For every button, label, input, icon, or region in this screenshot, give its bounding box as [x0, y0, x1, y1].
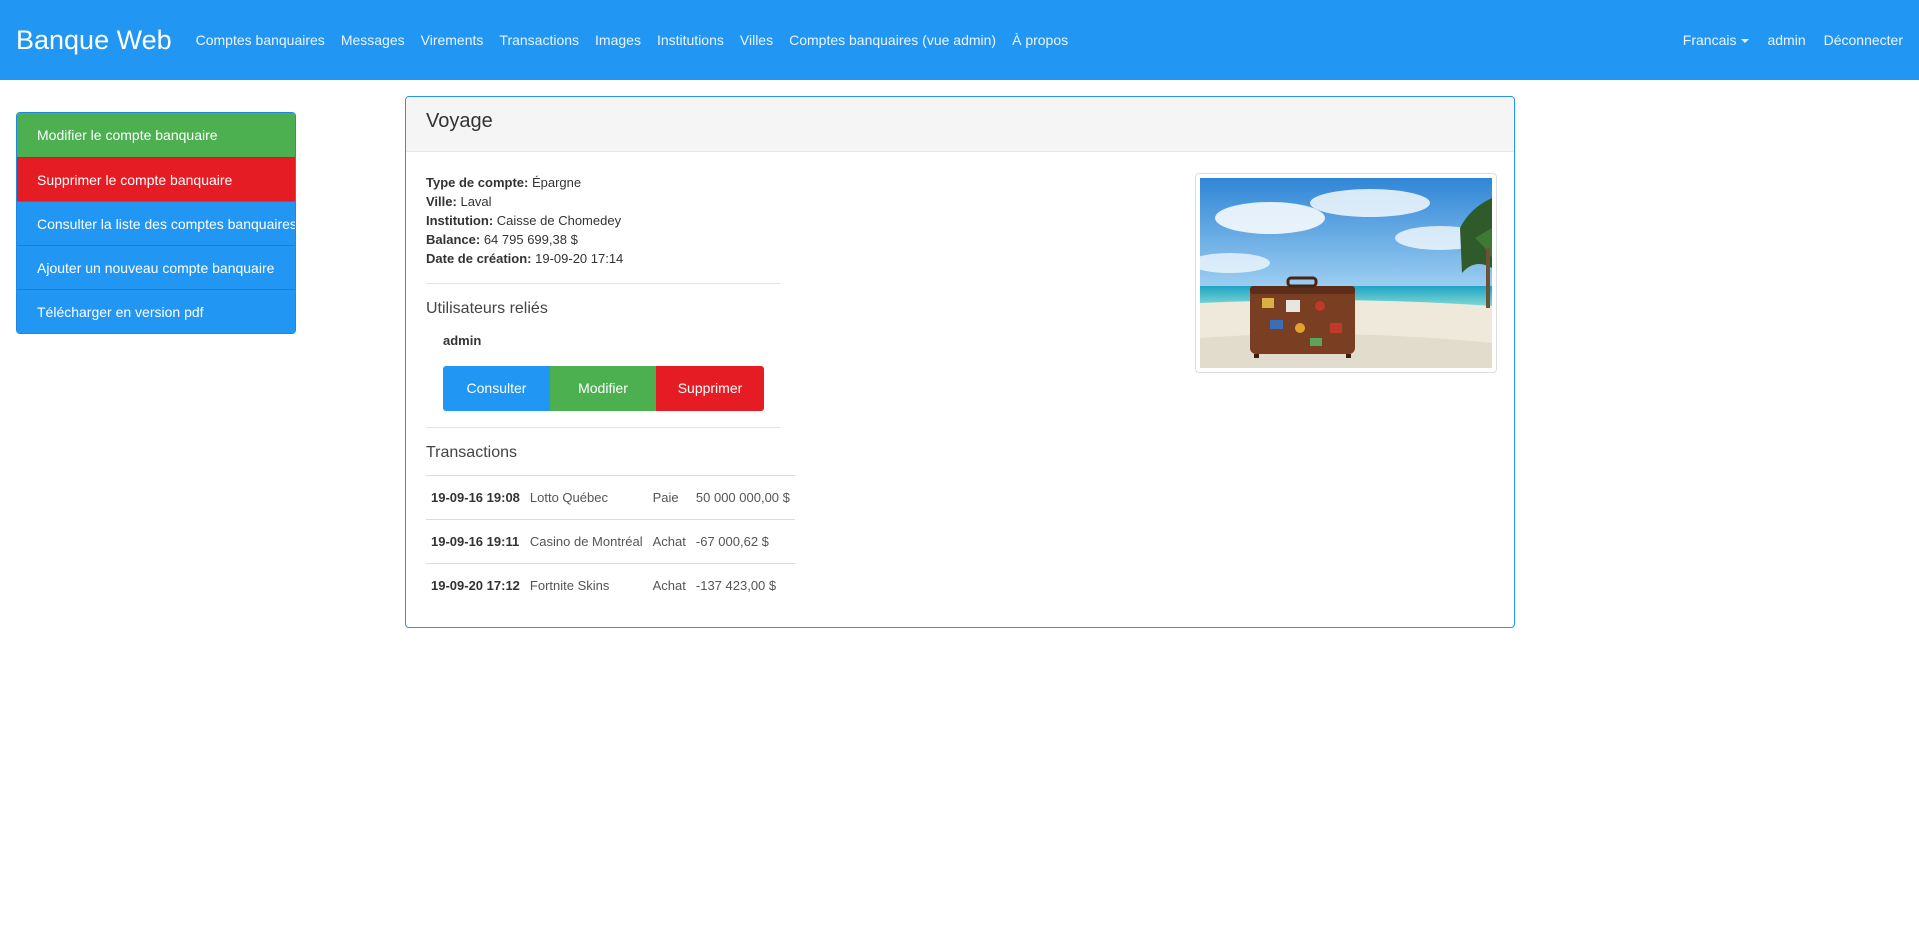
- tx-type: Achat: [652, 534, 686, 549]
- linked-user-name: admin: [443, 333, 482, 348]
- tx-date: 19-09-16 19:11: [431, 534, 520, 549]
- account-info: Type de compte: Épargne Ville: Laval Ins…: [426, 173, 623, 268]
- nav-link-images[interactable]: Images: [595, 32, 641, 48]
- tx-type: Achat: [652, 578, 686, 594]
- info-row-type: Type de compte: Épargne: [426, 173, 623, 192]
- tx-party: Lotto Québec: [529, 490, 608, 505]
- table-row: 19-09-16 19:11 Casino de Montréal Achat …: [426, 519, 795, 564]
- delete-account-button[interactable]: Supprimer le compte banquaire: [17, 157, 295, 201]
- account-image: [1195, 173, 1497, 373]
- info-row-balance: Balance: 64 795 699,38 $: [426, 230, 623, 249]
- nav-user[interactable]: admin: [1767, 32, 1805, 48]
- main-nav: Comptes banquaires Messages Virements Tr…: [196, 32, 1085, 48]
- language-dropdown[interactable]: Francais: [1683, 32, 1750, 48]
- account-panel: Voyage Type de compte: Épargne Ville: La…: [405, 96, 1515, 628]
- account-title: Voyage: [406, 97, 1514, 152]
- tx-date: 19-09-20 17:12: [431, 578, 520, 594]
- edit-user-button[interactable]: Modifier: [550, 366, 656, 411]
- nav-right: Francais admin Déconnecter: [1665, 32, 1903, 48]
- info-row-institution: Institution: Caisse de Chomedey: [426, 211, 623, 230]
- divider: [426, 427, 780, 428]
- nav-link-villes[interactable]: Villes: [740, 32, 773, 48]
- suitcase-beach-photo-icon: [1200, 178, 1492, 368]
- transactions-heading: Transactions: [426, 444, 517, 461]
- nav-link-institutions[interactable]: Institutions: [657, 32, 724, 48]
- info-label: Type de compte:: [426, 175, 529, 190]
- add-account-button[interactable]: Ajouter un nouveau compte banquaire: [17, 245, 295, 289]
- view-user-button[interactable]: Consulter: [443, 366, 550, 411]
- nav-link-a-propos[interactable]: À propos: [1012, 32, 1068, 48]
- sidebar-actions: Modifier le compte banquaire Supprimer l…: [16, 112, 296, 334]
- caret-down-icon: [1741, 39, 1750, 44]
- info-value: Caisse de Chomedey: [496, 213, 622, 228]
- info-label: Institution:: [426, 213, 494, 228]
- nav-link-comptes[interactable]: Comptes banquaires: [196, 32, 325, 48]
- logout-link[interactable]: Déconnecter: [1824, 32, 1903, 48]
- tx-amount: 50 000 000,00 $: [695, 490, 790, 505]
- nav-link-transactions[interactable]: Transactions: [499, 32, 579, 48]
- delete-user-button[interactable]: Supprimer: [656, 366, 764, 411]
- nav-link-virements[interactable]: Virements: [421, 32, 484, 48]
- tx-amount: -67 000,62 $: [695, 534, 769, 549]
- transactions-table: 19-09-16 19:08 Lotto Québec Paie 50 000 …: [426, 475, 795, 608]
- info-value: Épargne: [531, 175, 582, 190]
- tx-amount: -137 423,00 $: [695, 578, 777, 594]
- info-row-city: Ville: Laval: [426, 192, 623, 211]
- nav-link-comptes-admin[interactable]: Comptes banquaires (vue admin): [789, 32, 996, 48]
- tx-type: Paie: [652, 490, 679, 505]
- info-label: Ville:: [426, 194, 457, 209]
- tx-party: Fortnite Skins: [529, 578, 610, 594]
- users-heading: Utilisateurs reliés: [426, 300, 548, 317]
- info-value: 19-09-20 17:14: [535, 251, 624, 266]
- info-label: Balance:: [426, 232, 481, 247]
- top-navbar: Banque Web Comptes banquaires Messages V…: [0, 0, 1919, 80]
- divider: [426, 283, 780, 284]
- info-row-created: Date de création: 19-09-20 17:14: [426, 249, 623, 268]
- edit-account-button[interactable]: Modifier le compte banquaire: [17, 113, 295, 157]
- info-value: Laval: [460, 194, 492, 209]
- info-label: Date de création:: [426, 251, 532, 266]
- list-accounts-button[interactable]: Consulter la liste des comptes banquaire…: [17, 201, 295, 245]
- tx-party: Casino de Montréal: [529, 534, 643, 549]
- table-row: 19-09-16 19:08 Lotto Québec Paie 50 000 …: [426, 475, 795, 520]
- language-label: Francais: [1682, 32, 1737, 48]
- download-pdf-button[interactable]: Télécharger en version pdf: [17, 289, 295, 333]
- tx-date: 19-09-16 19:08: [431, 490, 520, 505]
- info-value: 64 795 699,38 $: [483, 232, 578, 247]
- brand-logo[interactable]: Banque Web: [16, 0, 172, 80]
- user-actions: Consulter Modifier Supprimer: [443, 366, 764, 411]
- nav-link-messages[interactable]: Messages: [341, 32, 405, 48]
- table-row: 19-09-20 17:12 Fortnite Skins Achat -137…: [426, 563, 795, 608]
